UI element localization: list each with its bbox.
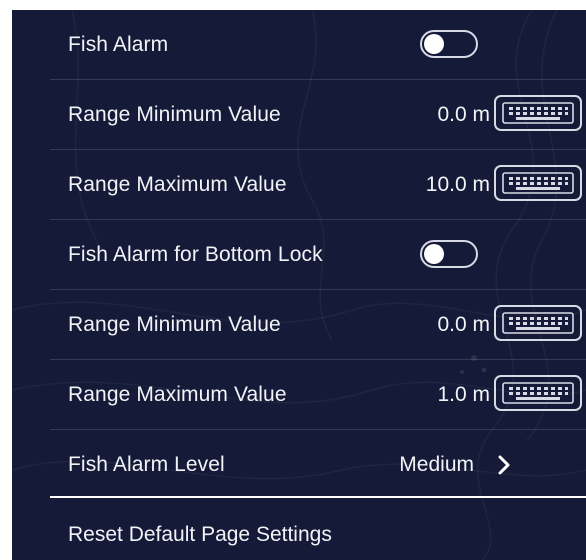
range-min-label: Range Minimum Value [68,313,281,336]
row-range-min-1: Range Minimum Value 0.0 m [50,80,586,150]
keyboard-button[interactable] [494,375,582,411]
fish-alarm-label: Fish Alarm [68,33,169,56]
fish-alarm-toggle[interactable] [420,30,478,58]
row-range-min-2: Range Minimum Value 0.0 m [50,290,586,360]
keyboard-icon [502,312,574,334]
row-range-max-1: Range Maximum Value 10.0 m [50,150,586,220]
row-range-max-2: Range Maximum Value 1.0 m [50,360,586,430]
fish-alarm-level-label: Fish Alarm Level [68,453,225,476]
settings-panel: Fish Alarm Range Minimum Value 0.0 m Ran… [12,10,586,560]
keyboard-button[interactable] [494,95,582,131]
keyboard-button[interactable] [494,305,582,341]
keyboard-icon [502,102,574,124]
toggle-knob [424,244,444,264]
row-fish-alarm-bottom-lock: Fish Alarm for Bottom Lock [50,220,586,290]
chevron-right-icon[interactable] [497,455,511,475]
range-max-label: Range Maximum Value [68,173,287,196]
range-max-label: Range Maximum Value [68,383,287,406]
keyboard-icon [502,172,574,194]
keyboard-button[interactable] [494,165,582,201]
range-min-value: 0.0 m [437,103,490,126]
range-max-value: 1.0 m [437,383,490,406]
range-max-value: 10.0 m [425,173,490,196]
range-min-label: Range Minimum Value [68,103,281,126]
fish-alarm-level-value: Medium [399,453,474,476]
fish-alarm-bottom-lock-label: Fish Alarm for Bottom Lock [68,243,323,266]
keyboard-icon [502,382,574,404]
section-divider [50,496,586,498]
row-fish-alarm: Fish Alarm [50,10,586,80]
reset-default-button[interactable]: Reset Default Page Settings [68,506,332,560]
toggle-knob [424,34,444,54]
range-min-value: 0.0 m [437,313,490,336]
fish-alarm-bottom-lock-toggle[interactable] [420,240,478,268]
row-fish-alarm-level[interactable]: Fish Alarm Level Medium [50,430,586,500]
